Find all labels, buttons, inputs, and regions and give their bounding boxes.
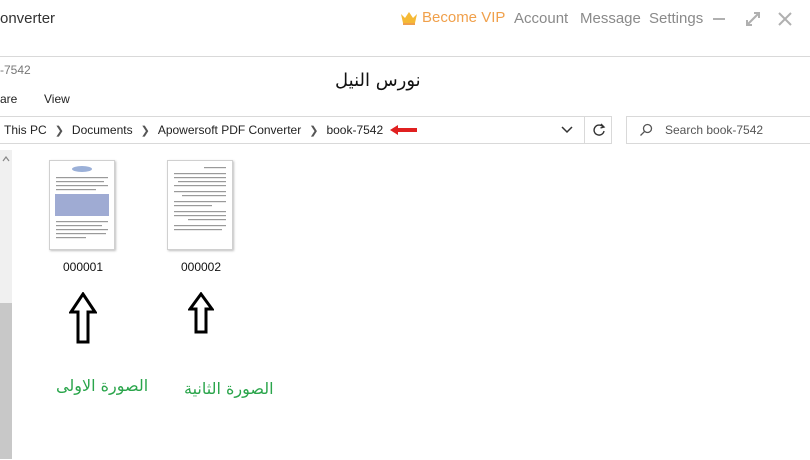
breadcrumb-this-pc[interactable]: This PC: [4, 123, 47, 137]
settings-link[interactable]: Settings: [649, 10, 703, 27]
breadcrumb-book[interactable]: book-7542: [326, 123, 383, 137]
account-link[interactable]: Account: [514, 10, 568, 27]
refresh-icon: [592, 123, 605, 136]
file-thumbnail[interactable]: [167, 160, 233, 250]
search-box[interactable]: [626, 116, 810, 144]
file-name: 000001: [62, 260, 104, 274]
file-item[interactable]: 000002: [158, 160, 238, 274]
app-titlebar: onverter Become VIP Account Message Sett…: [0, 0, 810, 40]
close-icon[interactable]: [776, 10, 794, 28]
refresh-button[interactable]: [584, 117, 612, 143]
chevron-right-icon: ❯: [54, 124, 64, 137]
breadcrumb-apowersoft[interactable]: Apowersoft PDF Converter: [158, 123, 301, 137]
chevron-right-icon: ❯: [309, 124, 319, 137]
breadcrumb-documents[interactable]: Documents: [72, 123, 133, 137]
file-item[interactable]: 000001: [40, 160, 120, 274]
search-icon: [640, 123, 653, 136]
scroll-up-icon[interactable]: [2, 156, 10, 162]
red-arrow-annotation: [390, 125, 418, 135]
address-bar[interactable]: This PC ❯ Documents ❯ Apowersoft PDF Con…: [0, 116, 612, 144]
file-thumbnail[interactable]: [49, 160, 115, 250]
file-name: 000002: [180, 260, 222, 274]
restore-icon[interactable]: [744, 10, 762, 28]
up-arrow-annotation: [188, 292, 214, 334]
address-dropdown-button[interactable]: [556, 117, 578, 143]
explorer-title: -7542: [0, 63, 31, 77]
crown-icon: [401, 11, 417, 25]
chevron-right-icon: ❯: [140, 124, 150, 137]
app-title: onverter: [0, 10, 56, 27]
up-arrow-annotation: [69, 292, 97, 344]
search-input[interactable]: [663, 122, 797, 138]
become-vip-label: Become VIP: [422, 9, 506, 26]
ribbon-tab-view[interactable]: View: [44, 92, 70, 106]
minimize-icon[interactable]: [710, 10, 728, 28]
message-link[interactable]: Message: [580, 10, 641, 27]
first-image-label: الصورة الاولى: [56, 376, 149, 395]
second-image-label: الصورة الثانية: [184, 379, 274, 398]
ribbon-tab-share[interactable]: are: [0, 92, 17, 106]
nav-pane-scroll-thumb[interactable]: [0, 303, 12, 459]
become-vip-button[interactable]: Become VIP: [400, 9, 505, 26]
overlay-header-text: نورس النيل: [335, 70, 421, 91]
chevron-down-icon: [561, 126, 573, 134]
